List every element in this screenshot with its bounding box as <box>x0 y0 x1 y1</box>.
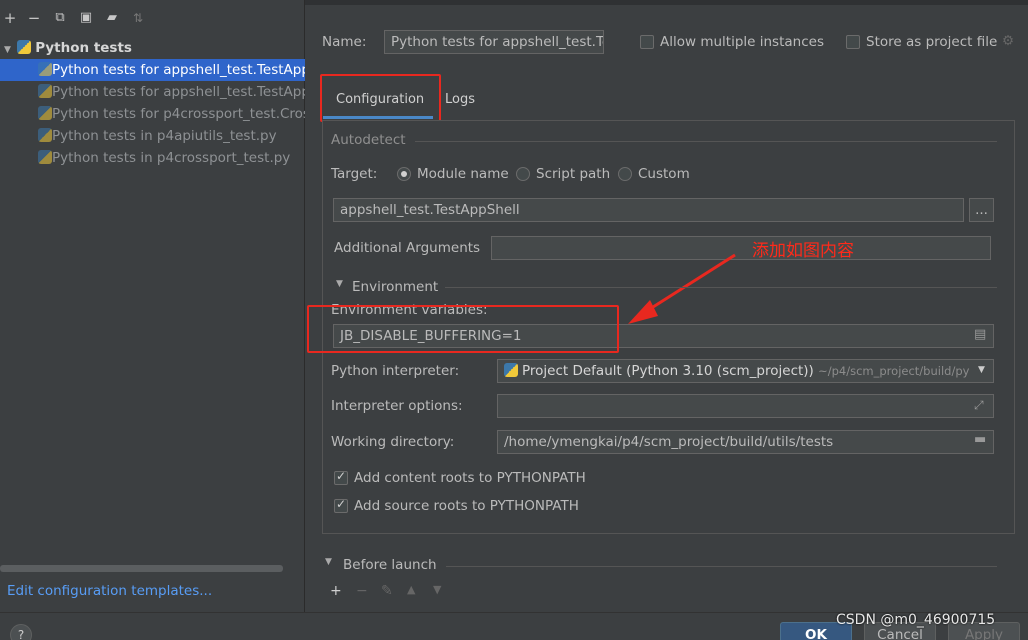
radio-custom[interactable] <box>618 167 632 181</box>
tab-logs[interactable]: Logs <box>445 92 475 107</box>
divider <box>445 287 997 288</box>
additional-args-label: Additional Arguments <box>334 240 481 256</box>
radio-module-name-label: Module name <box>417 166 509 182</box>
copy-icon[interactable]: ⧉ <box>52 10 68 26</box>
environment-label: Environment <box>352 279 439 295</box>
chevron-down-icon[interactable]: ▼ <box>336 279 343 289</box>
working-dir-label: Working directory: <box>331 434 455 450</box>
radio-script-path-label: Script path <box>536 166 611 182</box>
autodetect-label: Autodetect <box>331 132 406 148</box>
config-tree-pane: + − ⧉ ▣ ▰ ⇅ ▼ Python tests Python tests … <box>0 0 305 612</box>
document-icon[interactable]: ▤ <box>974 327 986 342</box>
add-source-roots-label: Add source roots to PYTHONPATH <box>354 498 579 514</box>
python-test-icon <box>38 150 52 164</box>
interpreter-label: Python interpreter: <box>331 363 460 379</box>
tree-item[interactable]: Python tests in p4apiutils_test.py <box>0 125 305 147</box>
help-button[interactable]: ? <box>10 624 32 640</box>
chevron-down-icon[interactable]: ▼ <box>4 45 11 55</box>
additional-args-input[interactable] <box>491 236 991 260</box>
watermark: CSDN @m0_46900715 <box>836 612 996 628</box>
store-project-checkbox[interactable] <box>846 35 860 49</box>
interpreter-options-label: Interpreter options: <box>331 398 463 414</box>
python-test-icon <box>38 106 52 120</box>
add-content-roots-label: Add content roots to PYTHONPATH <box>354 470 586 486</box>
folder-icon[interactable]: ▬ <box>974 432 986 447</box>
browse-button[interactable]: ... <box>969 198 994 222</box>
python-test-icon <box>38 62 52 76</box>
target-input[interactable]: appshell_test.TestAppShell <box>333 198 964 222</box>
edit-templates-link[interactable]: Edit configuration templates... <box>7 583 212 599</box>
tree-item[interactable]: Python tests for p4crossport_test.CrossP… <box>0 103 305 125</box>
store-project-label: Store as project file <box>866 34 998 50</box>
tree-item[interactable]: Python tests for appshell_test.TestAppSh… <box>0 59 305 81</box>
divider <box>446 566 997 567</box>
add-content-roots-checkbox[interactable] <box>334 469 348 485</box>
python-icon <box>504 363 518 377</box>
highlight-box-env <box>307 305 619 353</box>
allow-multiple-checkbox[interactable] <box>640 35 654 49</box>
add-source-roots-checkbox[interactable] <box>334 497 348 513</box>
annotation-text: 添加如图内容 <box>752 241 854 261</box>
before-launch-label: Before launch <box>343 557 437 573</box>
tree-item[interactable]: Python tests for appshell_test.TestAppSh… <box>0 81 305 103</box>
tree-root-label: Python tests <box>35 40 132 56</box>
python-test-icon <box>38 84 52 98</box>
pencil-icon[interactable]: ✎ <box>381 583 393 599</box>
highlight-box-tab <box>320 74 441 122</box>
interpreter-path: ~/p4/scm_project/build/py <box>818 364 970 378</box>
chevron-down-icon[interactable]: ▼ <box>325 557 332 567</box>
annotation-arrow <box>628 253 736 324</box>
tree-item-label: Python tests in p4apiutils_test.py <box>52 128 277 144</box>
sort-icon[interactable]: ⇅ <box>130 10 146 26</box>
minus-icon[interactable]: − <box>26 10 42 26</box>
chevron-down-icon[interactable]: ▼ <box>978 365 985 375</box>
interpreter-value: Project Default (Python 3.10 (scm_projec… <box>522 363 814 379</box>
target-label: Target: <box>331 166 378 182</box>
divider <box>415 141 997 142</box>
gear-icon[interactable]: ⚙ <box>1002 33 1014 49</box>
arrow-down-icon[interactable]: ▼ <box>433 583 441 596</box>
tree-item-label: Python tests for p4crossport_test.CrossP… <box>52 106 305 122</box>
tree-item[interactable]: Python tests in p4crossport_test.py <box>0 147 305 169</box>
save-icon[interactable]: ▣ <box>78 10 94 26</box>
tree-item-label: Python tests for appshell_test.TestAppSh… <box>52 84 305 100</box>
tree-item-label: Python tests for appshell_test.TestAppSh… <box>52 62 305 78</box>
arrow-up-icon[interactable]: ▲ <box>407 583 415 596</box>
radio-module-name[interactable] <box>397 167 411 181</box>
name-label: Name: <box>322 34 367 50</box>
allow-multiple-label: Allow multiple instances <box>660 34 824 50</box>
minus-icon[interactable]: − <box>356 583 368 599</box>
tree-item-label: Python tests in p4crossport_test.py <box>52 150 291 166</box>
interpreter-select[interactable]: Project Default (Python 3.10 (scm_projec… <box>497 359 994 383</box>
python-test-icon <box>38 128 52 142</box>
horizontal-scrollbar[interactable] <box>0 565 283 572</box>
name-input[interactable]: Python tests for appshell_test.TestAppSh… <box>384 30 604 54</box>
working-dir-input[interactable]: /home/ymengkai/p4/scm_project/build/util… <box>497 430 994 454</box>
radio-script-path[interactable] <box>516 167 530 181</box>
expand-icon[interactable]: ⤢ <box>974 398 984 413</box>
folder-add-icon[interactable]: ▰ <box>104 10 120 26</box>
python-icon <box>16 40 31 54</box>
radio-custom-label: Custom <box>638 166 690 182</box>
plus-icon[interactable]: + <box>330 583 342 599</box>
interpreter-options-input[interactable] <box>497 394 994 418</box>
tree-root-python-tests[interactable]: ▼ Python tests <box>0 37 305 59</box>
plus-icon[interactable]: + <box>2 10 18 26</box>
